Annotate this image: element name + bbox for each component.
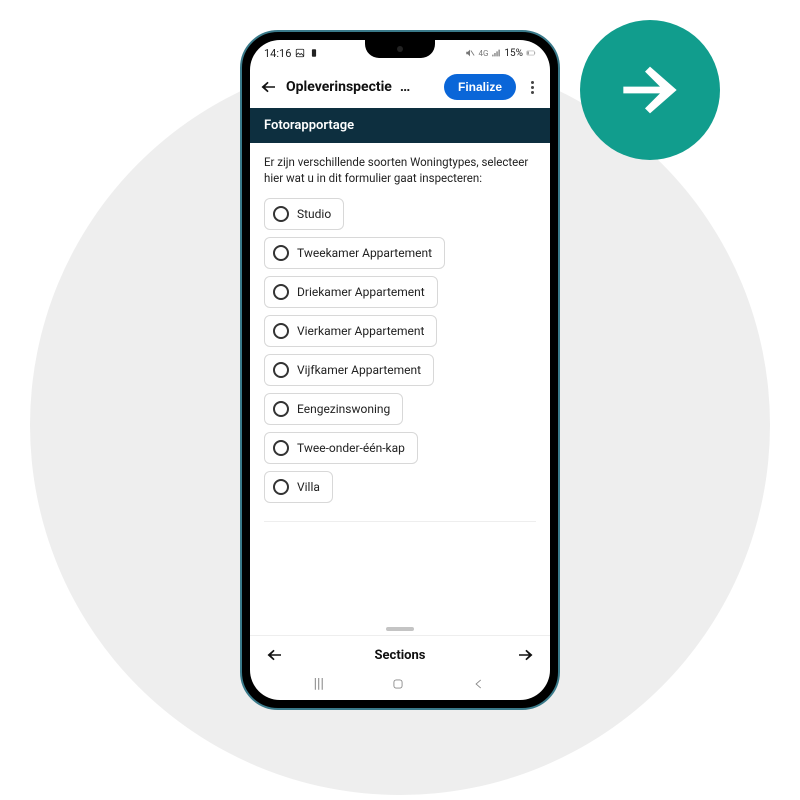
- option-label: Eengezinswoning: [297, 402, 390, 416]
- status-network-icon: 4G: [478, 49, 488, 58]
- option-label: Studio: [297, 207, 331, 221]
- radio-icon: [273, 206, 289, 222]
- android-recents-button[interactable]: |||: [314, 676, 324, 692]
- phone-mockup: 14:16 4G 15% Opleverinspectie … Finalize: [240, 30, 560, 710]
- radio-icon: [273, 245, 289, 261]
- options-list: Studio Tweekamer Appartement Driekamer A…: [264, 198, 536, 503]
- option-eengezinswoning[interactable]: Eengezinswoning: [264, 393, 403, 425]
- android-home-button[interactable]: [391, 677, 405, 691]
- battery-icon: [526, 48, 536, 58]
- next-callout-badge: [580, 20, 720, 160]
- option-driekamer[interactable]: Driekamer Appartement: [264, 276, 438, 308]
- section-header: Fotorapportage: [250, 108, 550, 143]
- page-title-ellipsis: …: [400, 79, 410, 95]
- phone-notch: [365, 40, 435, 58]
- option-label: Villa: [297, 480, 320, 494]
- image-icon: [295, 48, 305, 58]
- option-label: Tweekamer Appartement: [297, 246, 432, 260]
- next-section-button[interactable]: [516, 646, 534, 664]
- bottom-nav: Sections: [250, 635, 550, 672]
- radio-icon: [273, 401, 289, 417]
- android-nav-bar: |||: [250, 672, 550, 700]
- android-back-button[interactable]: [472, 677, 486, 691]
- option-vierkamer[interactable]: Vierkamer Appartement: [264, 315, 437, 347]
- option-label: Vijfkamer Appartement: [297, 363, 421, 377]
- arrow-left-icon: [266, 646, 284, 664]
- option-label: Vierkamer Appartement: [297, 324, 424, 338]
- status-battery-text: 15%: [504, 48, 523, 59]
- arrow-left-icon: [260, 78, 278, 96]
- finalize-button[interactable]: Finalize: [444, 74, 516, 100]
- volume-mute-icon: [465, 48, 475, 58]
- radio-icon: [273, 323, 289, 339]
- section-divider: [264, 521, 536, 522]
- option-studio[interactable]: Studio: [264, 198, 344, 230]
- drag-handle-icon[interactable]: [386, 627, 414, 631]
- overflow-menu-button[interactable]: [524, 81, 540, 94]
- radio-icon: [273, 479, 289, 495]
- page-title: Opleverinspectie: [286, 79, 392, 95]
- option-label: Twee-onder-één-kap: [297, 441, 405, 455]
- option-label: Driekamer Appartement: [297, 285, 425, 299]
- bottom-nav-title: Sections: [375, 648, 426, 663]
- intro-text: Er zijn verschillende soorten Woningtype…: [264, 155, 536, 186]
- prev-section-button[interactable]: [266, 646, 284, 664]
- form-content: Er zijn verschillende soorten Woningtype…: [250, 143, 550, 627]
- bottom-sheet: Sections: [250, 627, 550, 672]
- phone-screen: 14:16 4G 15% Opleverinspectie … Finalize: [250, 40, 550, 700]
- signal-icon: [491, 48, 501, 58]
- radio-icon: [273, 440, 289, 456]
- arrow-right-icon: [610, 50, 690, 130]
- status-time: 14:16: [264, 47, 291, 60]
- radio-icon: [273, 284, 289, 300]
- battery-saver-icon: [309, 48, 319, 58]
- back-button[interactable]: [260, 78, 278, 96]
- option-villa[interactable]: Villa: [264, 471, 333, 503]
- option-vijfkamer[interactable]: Vijfkamer Appartement: [264, 354, 434, 386]
- option-twee-onder-een-kap[interactable]: Twee-onder-één-kap: [264, 432, 418, 464]
- app-header: Opleverinspectie … Finalize: [250, 66, 550, 108]
- arrow-right-icon: [516, 646, 534, 664]
- radio-icon: [273, 362, 289, 378]
- option-tweekamer[interactable]: Tweekamer Appartement: [264, 237, 445, 269]
